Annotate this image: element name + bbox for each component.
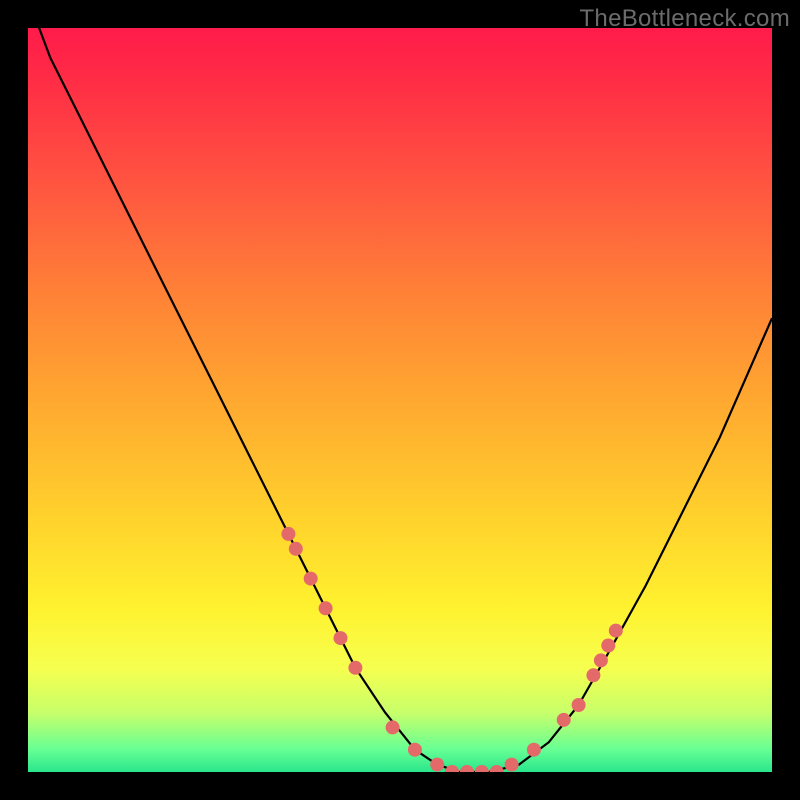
chart-plot-area (28, 28, 772, 772)
highlight-dot (557, 713, 571, 727)
highlight-dot (527, 743, 541, 757)
highlight-dots-group (281, 527, 622, 772)
highlight-dot (319, 601, 333, 615)
chart-svg (28, 28, 772, 772)
highlight-dot (445, 765, 459, 772)
highlight-dot (586, 668, 600, 682)
highlight-dot (460, 765, 474, 772)
highlight-dot (408, 743, 422, 757)
highlight-dot (601, 639, 615, 653)
watermark-text: TheBottleneck.com (579, 5, 790, 33)
highlight-dot (475, 765, 489, 772)
highlight-dot (289, 542, 303, 556)
highlight-dot (572, 698, 586, 712)
highlight-dot (334, 631, 348, 645)
bottleneck-curve (28, 28, 772, 772)
highlight-dot (594, 653, 608, 667)
highlight-dot (304, 572, 318, 586)
highlight-dot (281, 527, 295, 541)
highlight-dot (505, 758, 519, 772)
highlight-dot (430, 758, 444, 772)
highlight-dot (490, 765, 504, 772)
highlight-dot (348, 661, 362, 675)
highlight-dot (609, 624, 623, 638)
highlight-dot (386, 720, 400, 734)
